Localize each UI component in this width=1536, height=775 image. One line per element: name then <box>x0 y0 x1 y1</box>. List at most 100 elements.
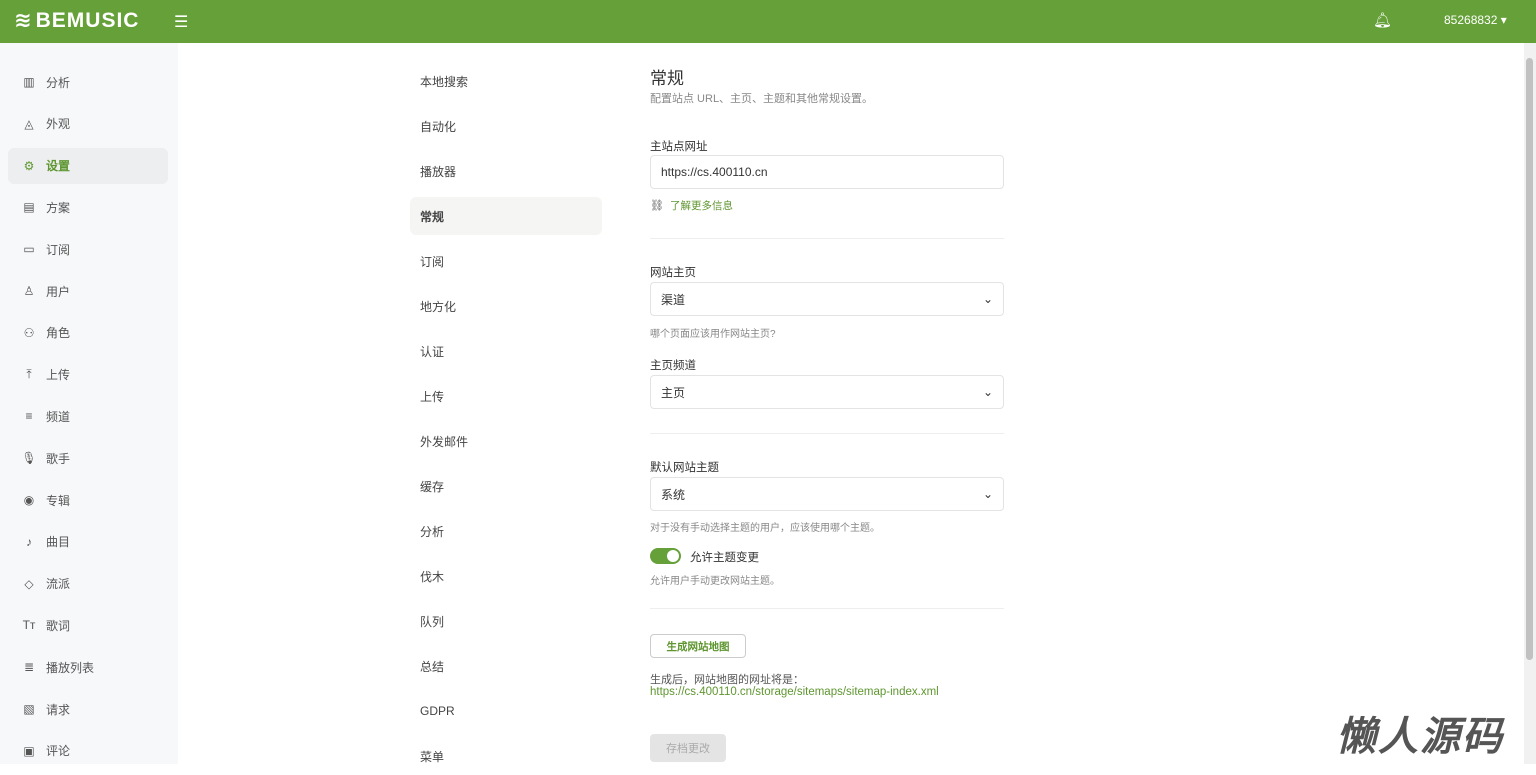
settings-nav-item[interactable]: 认证 <box>410 332 602 370</box>
page-description: 配置站点 URL、主页、主题和其他常规设置。 <box>650 93 874 105</box>
sidebar-item-label: 分析 <box>46 75 71 90</box>
settings-nav-item[interactable]: 常规 <box>410 197 602 235</box>
sidebar-item[interactable]: ♪ 曲目 <box>8 524 168 560</box>
chevron-down-icon: ⌄ <box>982 487 993 501</box>
settings-nav-item[interactable]: 本地搜索 <box>410 62 602 100</box>
sitemap-note: 生成后，网站地图的网址将是： <box>650 674 804 686</box>
divider <box>650 238 1004 239</box>
sidebar-item[interactable]: ◇ 流派 <box>8 566 168 602</box>
sidebar-item[interactable]: 🎙︎ 歌手 <box>8 440 168 476</box>
user-icon: ♙ <box>23 284 35 298</box>
sidebar-item-label: 歌词 <box>46 618 71 633</box>
logo-text: BEMUSIC <box>35 8 140 32</box>
tag-icon: ◇ <box>24 576 34 591</box>
clipboard-icon: ▤ <box>23 200 35 215</box>
settings-nav-item[interactable]: 伐木 <box>410 557 602 595</box>
settings-nav-item[interactable]: GDPR <box>410 692 602 730</box>
sidebar-item[interactable]: ▧ 请求 <box>8 691 168 727</box>
divider <box>650 608 1004 609</box>
sidebar-item-label: 专辑 <box>46 493 71 508</box>
appearance-icon: ◬ <box>24 116 34 131</box>
playlist-icon: ≣ <box>23 660 35 675</box>
sidebar-item[interactable]: ♙ 用户 <box>8 273 168 309</box>
learn-more-link[interactable]: ⛓ 了解更多信息 <box>650 198 733 213</box>
logo-icon: ≋ <box>14 9 33 32</box>
menu-toggle-icon[interactable]: ☰ <box>174 12 188 32</box>
sidebar-item-label: 方案 <box>46 200 71 215</box>
theme-select[interactable]: 系统 ⌄ <box>650 477 1004 511</box>
settings-nav-item[interactable]: 自动化 <box>410 107 602 145</box>
sidebar-item[interactable]: ◬ 外观 <box>8 106 168 142</box>
allow-theme-change-toggle[interactable] <box>650 548 681 564</box>
settings-nav-item[interactable]: 上传 <box>410 377 602 415</box>
site-url-label: 主站点网址 <box>650 141 708 153</box>
music-note-icon: ♪ <box>26 534 32 549</box>
homepage-value: 渠道 <box>661 292 686 307</box>
sidebar-item-label: 请求 <box>46 702 71 717</box>
page-title: 常规 <box>650 69 684 88</box>
homepage-hint: 哪个页面应该用作网站主页? <box>650 329 776 340</box>
upload-icon: ⤒ <box>26 367 32 382</box>
settings-nav-item[interactable]: 菜单 <box>410 737 602 775</box>
settings-nav-item[interactable]: 地方化 <box>410 287 602 325</box>
settings-nav-item[interactable]: 外发邮件 <box>410 422 602 460</box>
sidebar-item[interactable]: ≣ 播放列表 <box>8 649 168 685</box>
caret-down-icon: ▾ <box>1500 13 1507 27</box>
sidebar-item-label: 流派 <box>46 577 71 592</box>
theme-value: 系统 <box>661 487 686 502</box>
chevron-down-icon: ⌄ <box>982 385 993 399</box>
sidebar-item[interactable]: ▥ 分析 <box>8 64 168 100</box>
sitemap-url-link[interactable]: https://cs.400110.cn/storage/sitemaps/si… <box>650 686 939 698</box>
subscription-icon: ▭ <box>23 242 35 257</box>
settings-nav-item[interactable]: 总结 <box>410 647 602 685</box>
settings-nav-item[interactable]: 缓存 <box>410 467 602 505</box>
learn-more-text: 了解更多信息 <box>669 200 733 212</box>
sidebar-item[interactable]: ⚙ 设置 <box>8 147 168 184</box>
mic-icon: 🎙︎ <box>21 451 37 466</box>
sidebar-item[interactable]: ◉ 专辑 <box>8 482 168 518</box>
sidebar: ▥ 分析 ◬ 外观 ⚙ 设置 ▤ 方案 ▭ 订阅 ♙ 用户 ⚇ 角色 ⤒ 上传 ≡ 频道 🎙︎ 歌手 ◉ 专辑 ♪ 曲目 ◇ 流派… <box>0 43 178 764</box>
sidebar-item-label: 设置 <box>46 159 71 174</box>
gear-icon: ⚙ <box>23 158 35 173</box>
settings-nav-item[interactable]: 队列 <box>410 602 602 640</box>
settings-nav-item[interactable]: 播放器 <box>410 152 602 190</box>
homepage-select[interactable]: 渠道 ⌄ <box>650 282 1004 316</box>
scrollbar-thumb[interactable] <box>1526 58 1533 660</box>
user-menu[interactable]: 85268832 ▾ <box>1444 13 1507 27</box>
toggle-hint: 允许用户手动更改网站主题。 <box>650 576 780 587</box>
channel-select[interactable]: 主页 ⌄ <box>650 375 1004 409</box>
request-icon: ▧ <box>23 702 35 716</box>
sidebar-item-label: 频道 <box>46 409 71 424</box>
username: 85268832 <box>1444 13 1498 27</box>
sidebar-item-label: 评论 <box>46 744 71 759</box>
toggle-label: 允许主题变更 <box>690 552 759 564</box>
sidebar-item[interactable]: Tт 歌词 <box>8 607 168 643</box>
sidebar-item[interactable]: ⤒ 上传 <box>8 357 168 393</box>
sidebar-item[interactable]: ≡ 频道 <box>8 398 168 434</box>
sidebar-item-label: 用户 <box>46 284 71 299</box>
sidebar-item[interactable]: ▭ 订阅 <box>8 231 168 267</box>
save-button[interactable]: 存档更改 <box>650 734 726 762</box>
sidebar-item-label: 外观 <box>46 117 71 132</box>
bell-icon[interactable]: 🔔︎ <box>1373 11 1392 29</box>
watermark: 懒人源码 <box>1336 715 1504 759</box>
site-url-input[interactable]: https://cs.400110.cn <box>650 155 1004 189</box>
settings-nav-item[interactable]: 订阅 <box>410 242 602 280</box>
sidebar-item[interactable]: ⚇ 角色 <box>8 315 168 351</box>
sidebar-item-label: 上传 <box>46 368 71 383</box>
chevron-down-icon: ⌄ <box>982 292 993 306</box>
sidebar-item[interactable]: ▤ 方案 <box>8 189 168 225</box>
text-icon: Tт <box>22 618 36 633</box>
album-icon: ◉ <box>23 493 35 507</box>
site-url-value: https://cs.400110.cn <box>661 165 768 179</box>
sidebar-item-label: 角色 <box>46 326 71 341</box>
homepage-label: 网站主页 <box>650 267 696 279</box>
channel-label: 主页频道 <box>650 360 696 372</box>
sidebar-item[interactable]: ▣ 评论 <box>8 733 168 769</box>
sidebar-item-label: 播放列表 <box>46 660 95 675</box>
logo[interactable]: ≋ BEMUSIC <box>14 8 139 33</box>
chart-icon: ▥ <box>23 75 35 89</box>
roles-icon: ⚇ <box>23 325 35 340</box>
generate-sitemap-button[interactable]: 生成网站地图 <box>650 634 746 658</box>
settings-nav-item[interactable]: 分析 <box>410 512 602 550</box>
